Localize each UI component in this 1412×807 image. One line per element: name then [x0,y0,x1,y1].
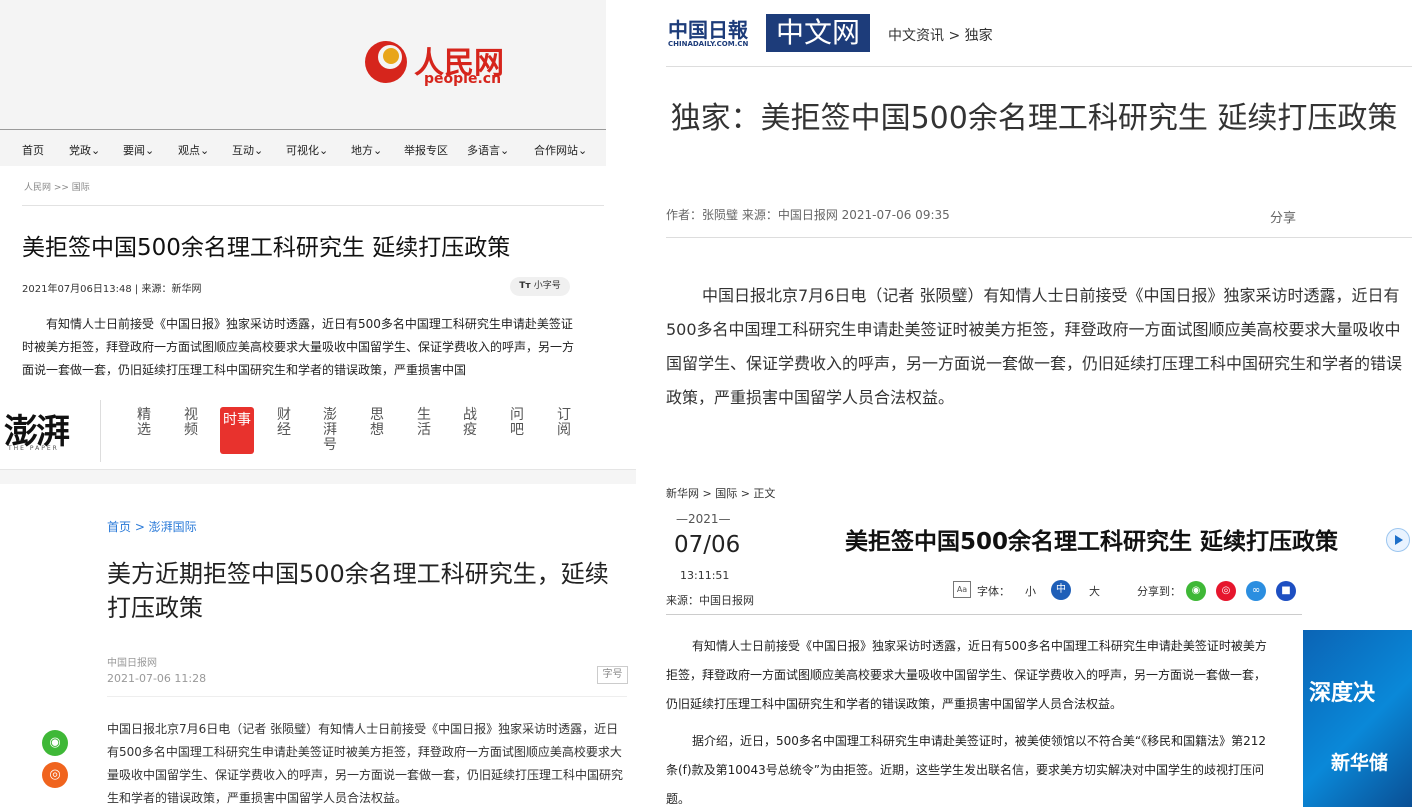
weibo-share-icon[interactable]: ◎ [42,762,68,788]
paragraph: 据介绍，近日，500多名中国理工科研究生申请赴美签证时，被美使领馆以不符合美“《… [666,734,1267,806]
date-time: 13:11:51 [680,569,730,582]
speaker-icon[interactable] [1386,528,1410,552]
people-logo-url: people.cn [424,71,502,87]
people-panel: 人民网 people.cn 首页 党政⌄ 要闻⌄ 观点⌄ 互动⌄ 可视化⌄ 地方… [0,0,606,392]
people-nav-local[interactable]: 地方⌄ [351,142,382,158]
paper-nav-thought[interactable]: 思想 [370,408,384,438]
people-nav: 首页 党政⌄ 要闻⌄ 观点⌄ 互动⌄ 可视化⌄ 地方⌄ 举报专区 多语言⌄ 合作… [0,130,606,166]
date-month-day: 07/06 [674,532,741,558]
article-title: 美方近期拒签中国500余名理工科研究生，延续打压政策 [107,560,609,622]
link-share-icon[interactable]: ∞ [1246,581,1266,601]
xinhua-panel: 新华网 > 国际 > 正文 —2021— 07/06 13:11:51 来源：中… [666,480,1412,807]
people-logo-icon[interactable] [362,38,410,86]
paper-nav-video[interactable]: 视频 [184,408,198,438]
people-nav-opinion[interactable]: 观点⌄ [178,142,209,158]
article-body: 中国日报北京7月6日电（记者 张陨璧）有知情人士日前接受《中国日报》独家采访时透… [666,286,1403,407]
font-size-icon: Tт [519,281,534,291]
article-meta: 2021年07月06日13:48 | 来源：新华网 [22,284,202,295]
paper-nav-epidemic[interactable]: 战疫 [463,408,477,438]
divider [666,66,1412,67]
paper-nav-ask[interactable]: 问吧 [510,408,524,438]
divider [666,614,1302,615]
breadcrumb[interactable]: 中文资讯 > 独家 [888,25,993,45]
share-label: 分享到： [1137,585,1181,598]
chinadaily-panel: 中国日報 CHINADAILY.COM.CN 中文网 中文资讯 > 独家 独家：… [666,0,1412,420]
divider [666,237,1412,238]
paper-nav-pphao[interactable]: 澎湃号 [323,408,337,453]
font-mid-button[interactable]: 中 [1051,580,1071,600]
article-body: 中国日报北京7月6日电（记者 张陨璧）有知情人士日前接受《中国日报》独家采访时透… [107,722,624,805]
people-nav-lang[interactable]: 多语言⌄ [467,142,509,158]
paper-panel: 澎湃 THE PAPER 精选 视频 时事 财经 澎湃号 思想 生活 战疫 问吧… [0,392,636,807]
ad-banner[interactable]: 深度决 新华储 [1303,630,1412,807]
people-nav-politics[interactable]: 党政⌄ [69,142,100,158]
weibo-share-icon[interactable]: ◎ [1216,581,1236,601]
date-year: —2021— [676,512,731,526]
breadcrumb[interactable]: 人民网 >> 国际 [24,180,90,193]
people-header: 人民网 people.cn [0,0,606,130]
font-small-button[interactable]: 小 [1025,583,1036,599]
paper-nav-finance[interactable]: 财经 [277,408,291,438]
article-source: 来源：中国日报网 [666,594,754,607]
paper-nav-life[interactable]: 生活 [417,408,431,438]
ad-text: 新华储 [1331,752,1389,774]
font-size-button[interactable]: Tт 小字号 [510,277,570,296]
font-size-button[interactable]: 字号 [597,666,628,684]
breadcrumb[interactable]: 首页 > 澎湃国际 [107,518,197,535]
breadcrumb[interactable]: 新华网 > 国际 > 正文 [666,485,775,501]
divider [100,400,101,462]
header-shadow [0,470,636,484]
people-nav-report[interactable]: 举报专区 [404,142,448,158]
article-body: 有知情人士日前接受《中国日报》独家采访时透露，近日有500多名中国理工科研究生申… [666,632,1276,807]
paragraph: 有知情人士日前接受《中国日报》独家采访时透露，近日有500多名中国理工科研究生申… [666,639,1267,711]
article-title: 美拒签中国500余名理工科研究生 延续打压政策 [845,529,1339,555]
share-button[interactable]: 分享 [1270,207,1296,226]
article-meta: 作者：张陨璧 来源：中国日报网 2021-07-06 09:35 [666,208,950,222]
people-nav-news[interactable]: 要闻⌄ [123,142,154,158]
wechat-share-icon[interactable]: ◉ [1186,581,1206,601]
font-large-button[interactable]: 大 [1089,583,1100,599]
paper-topbar: 澎湃 THE PAPER 精选 视频 时事 财经 澎湃号 思想 生活 战疫 问吧… [0,392,636,469]
article-date: 2021-07-06 11:28 [107,672,207,685]
font-label: 字体： [977,585,1010,598]
paper-logo-sub: THE PAPER [8,445,59,452]
people-nav-visual[interactable]: 可视化⌄ [286,142,328,158]
paper-nav-featured[interactable]: 精选 [137,408,151,438]
people-nav-partner[interactable]: 合作网站⌄ [534,142,587,158]
article-source: 中国日报网 [107,658,157,669]
divider [107,696,627,697]
wechat-share-icon[interactable]: ◉ [42,730,68,756]
article-title: 美拒签中国500余名理工科研究生 延续打压政策 [22,235,511,261]
chinadaily-logo[interactable]: 中国日報 CHINADAILY.COM.CN 中文网 [666,14,871,54]
font-icon: Aa [953,581,971,598]
logo-box: 中文网 [766,14,870,52]
logo-url: CHINADAILY.COM.CN [668,40,749,48]
ad-text: 深度决 [1309,681,1376,706]
people-nav-home[interactable]: 首页 [22,142,44,158]
paper-nav-subscribe[interactable]: 订阅 [557,408,571,438]
article-body: 有知情人士日前接受《中国日报》独家采访时透露，近日有500多名中国理工科研究生申… [22,317,575,377]
paper-nav-current[interactable]: 时事 [220,407,254,454]
article-title: 独家：美拒签中国500余名理工科研究生 延续打压政策 [670,101,1398,136]
people-nav-interact[interactable]: 互动⌄ [232,142,263,158]
logo-cn: 中国日報 [668,18,748,42]
bookmark-share-icon[interactable]: ■ [1276,581,1296,601]
divider [22,205,604,206]
